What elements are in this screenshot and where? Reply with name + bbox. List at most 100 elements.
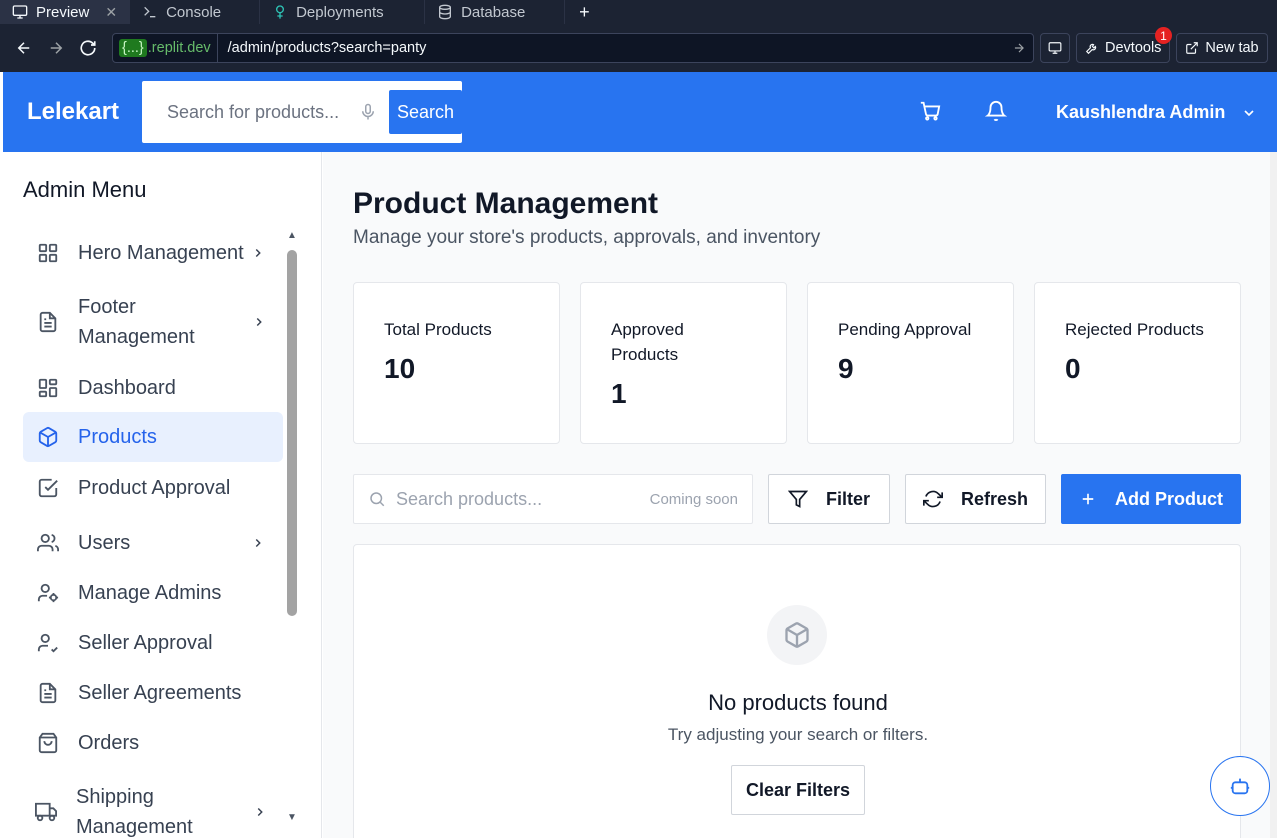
tab-preview[interactable]: Preview ✕ bbox=[0, 0, 131, 24]
assistant-bot-button[interactable] bbox=[1210, 756, 1270, 816]
package-icon bbox=[37, 426, 63, 448]
filter-icon bbox=[787, 489, 808, 509]
terminal-icon bbox=[142, 4, 158, 20]
screen-toggle-button[interactable] bbox=[1040, 33, 1070, 63]
sidebar-item-label: Orders bbox=[78, 732, 140, 754]
arrow-right-icon bbox=[50, 42, 63, 54]
sidebar-item-orders[interactable]: Orders bbox=[23, 718, 283, 768]
header-search-button[interactable]: Search bbox=[389, 90, 462, 134]
admin-sidebar: Admin Menu Hero Management Footer Manage… bbox=[3, 152, 322, 838]
shopping-bag-icon bbox=[37, 732, 63, 754]
stat-label: Rejected Products bbox=[1065, 320, 1204, 339]
empty-state-icon bbox=[767, 605, 827, 665]
sidebar-item-seller-agreements[interactable]: Seller Agreements bbox=[23, 668, 283, 718]
stat-label: Approved Products bbox=[611, 320, 684, 364]
tab-deployments[interactable]: Deployments bbox=[260, 0, 426, 24]
bot-icon bbox=[1229, 775, 1251, 797]
monitor-icon bbox=[1048, 42, 1062, 54]
package-icon bbox=[785, 622, 809, 648]
tab-database[interactable]: Database bbox=[425, 0, 566, 24]
url-host-text: .replit.dev bbox=[147, 40, 211, 56]
document-icon bbox=[37, 311, 63, 333]
search-placeholder: Search products... bbox=[396, 488, 543, 509]
tab-label: Deployments bbox=[296, 3, 384, 21]
users-icon bbox=[37, 532, 63, 554]
sidebar-item-product-approval[interactable]: Product Approval bbox=[23, 463, 283, 513]
tab-label: Console bbox=[166, 3, 222, 21]
refresh-button[interactable]: Refresh bbox=[905, 474, 1046, 524]
sidebar-item-label: Seller Approval bbox=[78, 632, 213, 654]
stat-card-pending: Pending Approval 9 bbox=[807, 282, 1014, 444]
truck-icon bbox=[35, 801, 61, 823]
stat-value: 10 bbox=[384, 353, 416, 384]
url-field[interactable]: {...} .replit.dev /admin/products?search… bbox=[112, 33, 1034, 63]
bell-icon[interactable] bbox=[985, 100, 1007, 122]
tab-console[interactable]: Console bbox=[130, 0, 261, 24]
external-link-icon bbox=[1186, 42, 1199, 54]
microphone-icon[interactable] bbox=[359, 102, 377, 122]
logo[interactable]: Lelekart bbox=[27, 98, 142, 126]
forward-button[interactable] bbox=[40, 32, 72, 64]
page-subtitle: Manage your store's products, approvals,… bbox=[353, 227, 821, 248]
header-search: Search for products... Search bbox=[142, 81, 462, 143]
new-tab-button[interactable]: New tab bbox=[1176, 33, 1268, 63]
scroll-up-arrow-icon[interactable]: ▲ bbox=[287, 230, 297, 241]
scroll-down-arrow-icon[interactable]: ▼ bbox=[287, 812, 297, 823]
empty-state-title: No products found bbox=[708, 690, 888, 715]
stat-label: Pending Approval bbox=[838, 320, 972, 339]
coming-soon-note: Coming soon bbox=[649, 490, 738, 508]
devtools-button[interactable]: Devtools 1 bbox=[1076, 27, 1172, 63]
page-scrollbar[interactable] bbox=[1270, 152, 1277, 838]
deploy-icon bbox=[272, 4, 288, 20]
chevron-right-icon bbox=[251, 536, 265, 550]
header-search-input[interactable]: Search for products... bbox=[167, 102, 359, 123]
document-icon bbox=[37, 682, 63, 704]
sidebar-item-manage-admins[interactable]: Manage Admins bbox=[23, 568, 283, 618]
user-name: Kaushlendra Admin bbox=[1056, 102, 1226, 122]
sidebar-item-hero-management[interactable]: Hero Management bbox=[23, 228, 283, 278]
sidebar-item-shipping-management[interactable]: Shipping Management bbox=[23, 782, 283, 838]
stat-card-approved: Approved Products 1 bbox=[580, 282, 787, 444]
close-icon[interactable]: ✕ bbox=[105, 4, 117, 21]
stat-value: 1 bbox=[611, 378, 627, 409]
chevron-right-icon bbox=[253, 805, 267, 819]
wrench-icon bbox=[1085, 43, 1097, 55]
go-arrow-icon[interactable] bbox=[1005, 41, 1033, 55]
stat-card-total: Total Products 10 bbox=[353, 282, 560, 444]
sidebar-item-users[interactable]: Users bbox=[23, 518, 283, 568]
back-button[interactable] bbox=[8, 32, 40, 64]
clear-filters-button[interactable]: Clear Filters bbox=[731, 765, 865, 815]
search-icon bbox=[368, 490, 386, 508]
empty-state-panel: No products found Try adjusting your sea… bbox=[353, 544, 1241, 838]
sidebar-item-seller-approval[interactable]: Seller Approval bbox=[23, 618, 283, 668]
cart-icon[interactable] bbox=[919, 100, 941, 122]
address-bar: {...} .replit.dev /admin/products?search… bbox=[0, 24, 1277, 72]
sidebar-scrollbar[interactable]: ▲ ▼ bbox=[285, 230, 299, 830]
filter-button[interactable]: Filter bbox=[768, 474, 890, 524]
reload-button[interactable] bbox=[72, 32, 104, 64]
sidebar-item-dashboard[interactable]: Dashboard bbox=[23, 363, 283, 413]
sidebar-item-footer-management[interactable]: Footer Management bbox=[23, 292, 283, 352]
arrow-left-icon bbox=[17, 42, 30, 54]
new-tab-plus-button[interactable]: + bbox=[565, 0, 604, 24]
sidebar-item-products[interactable]: Products bbox=[23, 412, 283, 462]
product-search-input[interactable]: Search products... Coming soon bbox=[353, 474, 753, 524]
sidebar-title: Admin Menu bbox=[23, 177, 147, 202]
tab-label: Preview bbox=[36, 3, 90, 21]
grid-icon bbox=[37, 242, 63, 264]
scroll-thumb[interactable] bbox=[287, 250, 297, 616]
chevron-down-icon bbox=[1241, 105, 1257, 121]
sidebar-item-label: Users bbox=[78, 532, 131, 554]
url-host: {...} .replit.dev bbox=[113, 34, 218, 62]
add-product-button[interactable]: Add Product bbox=[1061, 474, 1241, 524]
browser-tab-bar: Preview ✕ Console Deployments Database + bbox=[0, 0, 1277, 24]
user-menu[interactable]: Kaushlendra Admin bbox=[1056, 102, 1257, 123]
devtools-label: Devtools bbox=[1105, 40, 1162, 56]
monitor-icon bbox=[12, 4, 28, 20]
add-product-label: Add Product bbox=[1115, 488, 1223, 509]
sidebar-item-label: Footer Management bbox=[78, 296, 195, 348]
user-cog-icon bbox=[37, 582, 63, 604]
database-icon bbox=[437, 4, 453, 20]
sidebar-item-label: Seller Agreements bbox=[78, 682, 242, 704]
notification-badge: 1 bbox=[1155, 27, 1172, 44]
